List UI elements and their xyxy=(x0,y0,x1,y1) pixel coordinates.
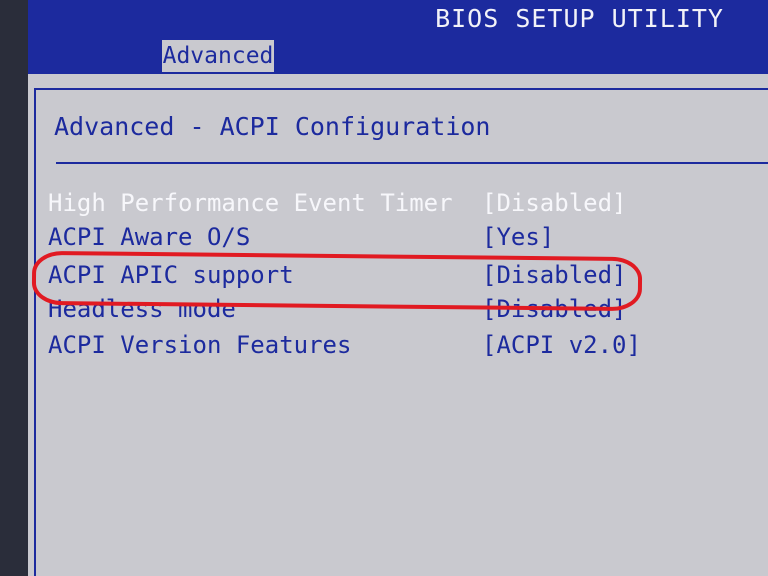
setting-value[interactable]: [Disabled] xyxy=(482,188,627,218)
setting-label: ACPI Aware O/S xyxy=(48,223,251,251)
window-title: BIOS SETUP UTILITY xyxy=(435,4,724,33)
setting-row-acpi-version[interactable]: ACPI Version Features [ACPI v2.0] xyxy=(48,330,748,360)
setting-label: High Performance Event Timer xyxy=(48,189,453,217)
setting-value[interactable]: [Yes] xyxy=(482,222,554,252)
bios-screen: BIOS SETUP UTILITY Advanced Advanced - A… xyxy=(28,0,768,576)
setting-label: ACPI APIC support xyxy=(48,261,294,289)
page-title: Advanced - ACPI Configuration xyxy=(54,112,491,141)
setting-row-acpi-aware-os[interactable]: ACPI Aware O/S [Yes] xyxy=(48,222,748,252)
setting-row-acpi-apic-support[interactable]: ACPI APIC support [Disabled] xyxy=(48,260,748,290)
setting-label: ACPI Version Features xyxy=(48,331,352,359)
setting-label: Headless mode xyxy=(48,295,236,323)
title-divider xyxy=(56,162,768,164)
tab-advanced[interactable]: Advanced xyxy=(162,40,274,72)
setting-value[interactable]: [Disabled] xyxy=(482,294,627,324)
setting-value[interactable]: [Disabled] xyxy=(482,260,627,290)
tab-bar: Advanced xyxy=(28,38,768,74)
setting-row-hpet[interactable]: High Performance Event Timer [Disabled] xyxy=(48,188,748,218)
setting-value[interactable]: [ACPI v2.0] xyxy=(482,330,641,360)
title-bar: BIOS SETUP UTILITY xyxy=(28,0,768,38)
setting-row-headless-mode[interactable]: Headless mode [Disabled] xyxy=(48,294,748,324)
